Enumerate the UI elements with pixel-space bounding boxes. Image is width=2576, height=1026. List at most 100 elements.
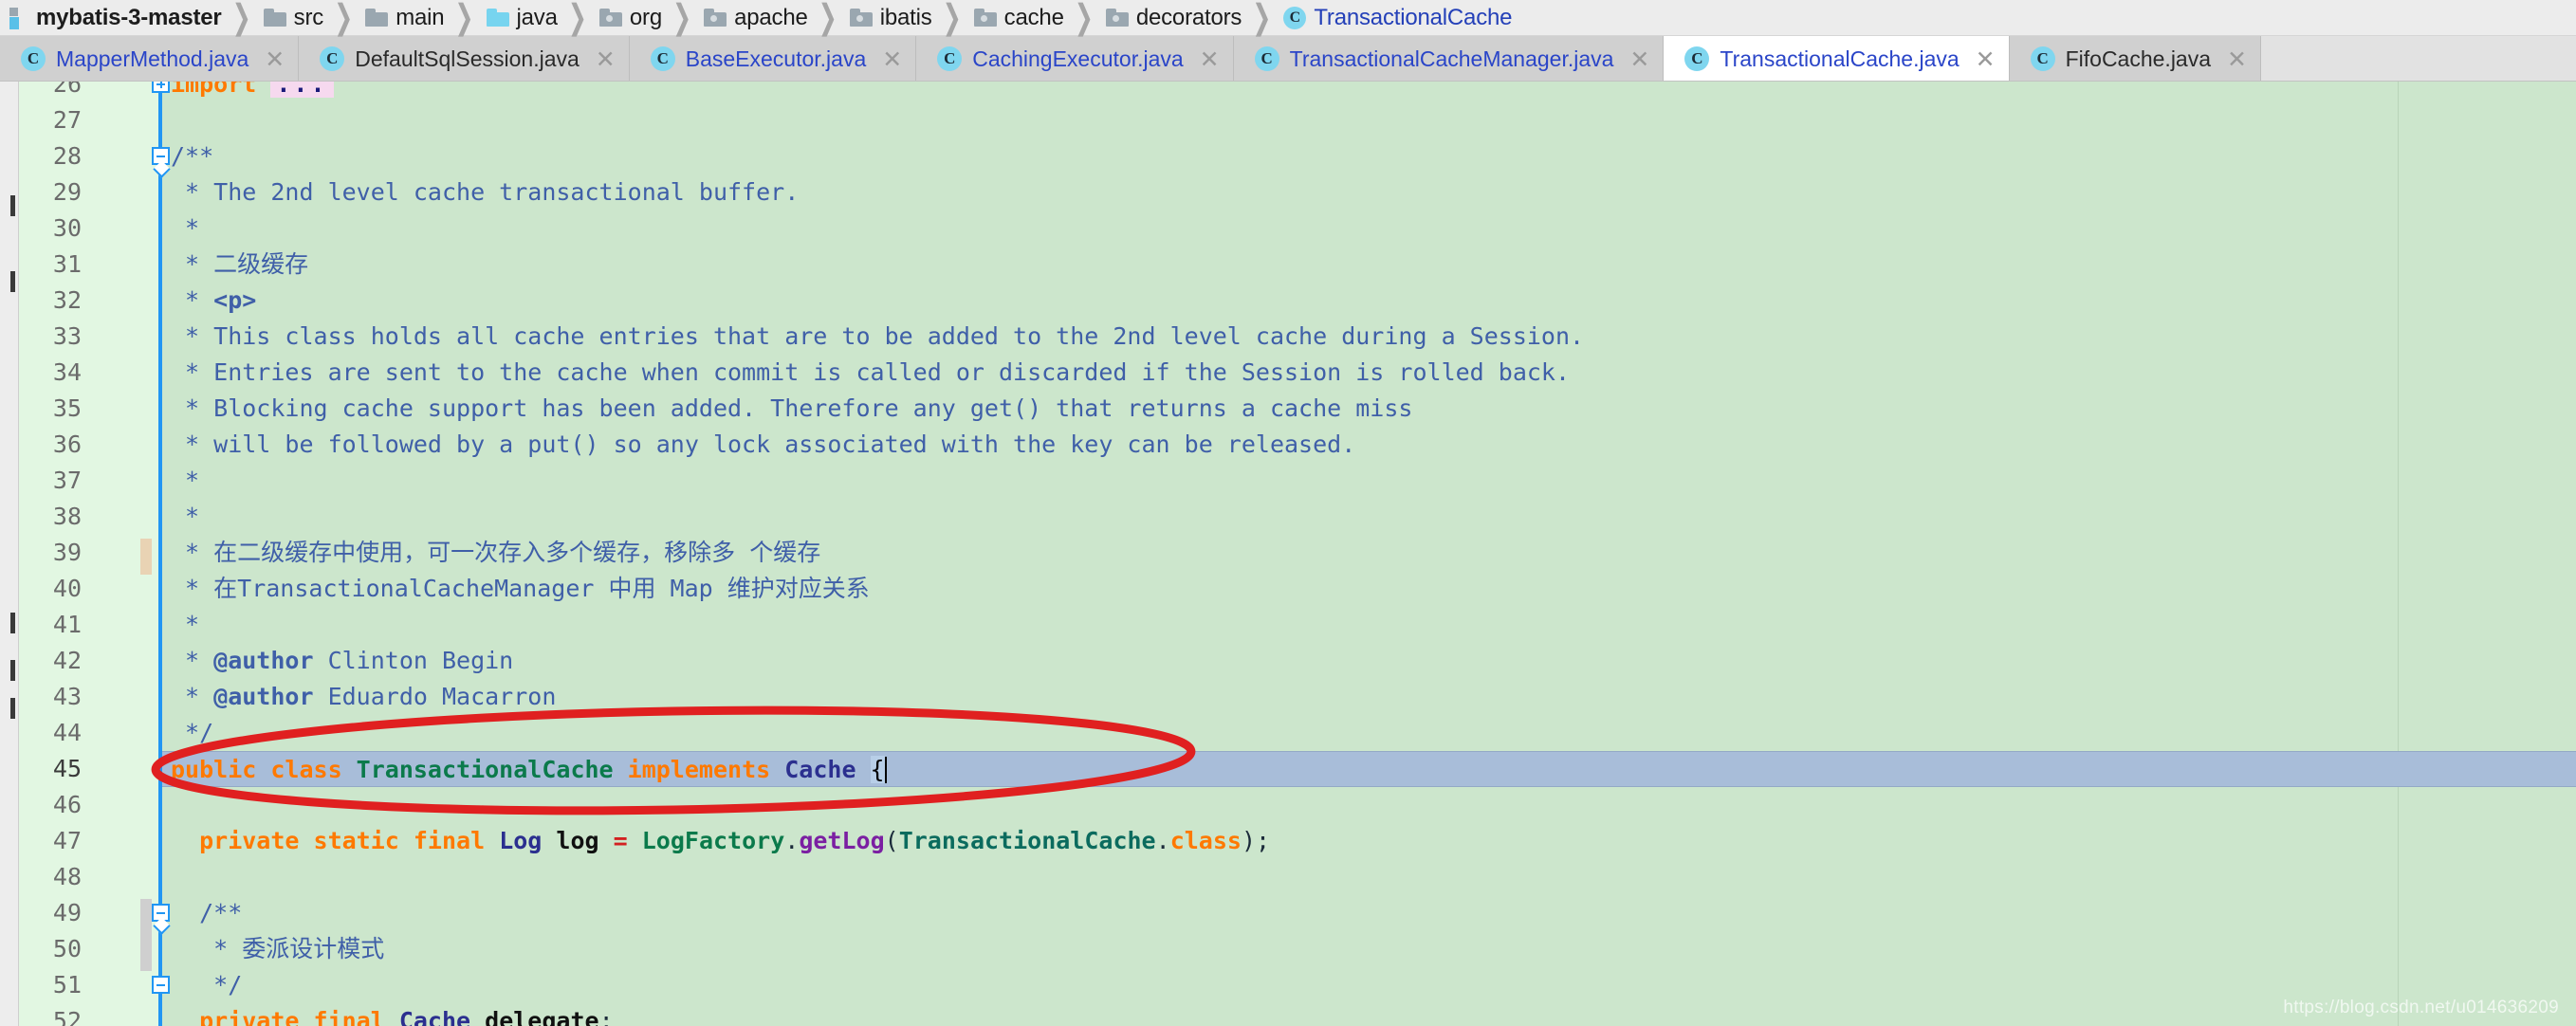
breadcrumb-item-src[interactable]: src <box>260 0 325 36</box>
close-icon[interactable]: ✕ <box>2227 47 2247 71</box>
code-line[interactable]: * 二级缓存 <box>159 247 2576 283</box>
gutter-change-marker[interactable] <box>140 899 152 971</box>
editor-tab-mappermethod[interactable]: C MapperMethod.java ✕ <box>0 36 300 81</box>
code-token: * <box>171 467 200 494</box>
code-line[interactable]: * This class holds all cache entries tha… <box>159 319 2576 355</box>
code-line[interactable]: * <box>159 499 2576 535</box>
class-icon: C <box>2030 46 2055 71</box>
breadcrumb-item-transactionalcache[interactable]: C TransactionalCache <box>1279 0 1514 36</box>
code-token: * Blocking cache support has been added.… <box>171 394 1413 422</box>
close-icon[interactable]: ✕ <box>1629 47 1649 71</box>
close-icon[interactable]: ✕ <box>1200 47 1220 71</box>
collapse-fold-icon[interactable] <box>152 147 170 165</box>
line-number: 33 <box>52 322 82 350</box>
breadcrumb-item-label: decorators <box>1135 4 1242 30</box>
gutter-change-marker[interactable] <box>140 539 152 575</box>
code-line[interactable] <box>159 787 2576 823</box>
line-number: 51 <box>52 971 82 999</box>
code-line[interactable]: */ <box>159 967 2576 1003</box>
code-line[interactable]: /** <box>159 895 2576 931</box>
tab-bar-empty-space <box>2260 36 2576 81</box>
breadcrumb-separator: ❯ <box>942 0 962 37</box>
code-line[interactable]: * @author Clinton Begin <box>159 643 2576 679</box>
code-line[interactable]: private final Cache delegate; <box>159 1003 2576 1026</box>
code-line[interactable]: /** <box>159 138 2576 174</box>
breadcrumb-item-label: TransactionalCache <box>1314 4 1513 30</box>
code-line[interactable]: * <box>159 607 2576 643</box>
breadcrumb-separator: ❯ <box>231 0 251 37</box>
code-token: * <box>171 647 214 674</box>
close-icon[interactable]: ✕ <box>596 47 616 71</box>
collapse-fold-icon[interactable] <box>152 976 170 994</box>
code-token: Eduardo Macarron <box>313 683 557 710</box>
editor-tab-bar[interactable]: C MapperMethod.java ✕ C DefaultSqlSession.ja… <box>0 36 2576 82</box>
code-token: */ <box>171 971 243 999</box>
package-icon <box>704 9 727 27</box>
breadcrumb-item-cache[interactable]: cache <box>970 0 1066 36</box>
code-line[interactable]: * <box>159 211 2576 247</box>
code-line[interactable]: import ... <box>159 82 2576 102</box>
collapse-fold-icon[interactable] <box>152 904 170 922</box>
breadcrumb-item-apache[interactable]: apache <box>700 0 810 36</box>
code-line[interactable]: * <p> <box>159 283 2576 319</box>
code-line[interactable] <box>159 859 2576 895</box>
code-token: TransactionalCache <box>356 756 628 783</box>
code-token: ( <box>884 827 899 854</box>
code-line[interactable]: * 在二级缓存中使用，可一次存入多个缓存，移除多 个缓存 <box>159 535 2576 571</box>
breadcrumb-item-label: src <box>293 4 324 30</box>
package-icon <box>849 9 873 27</box>
line-number: 50 <box>52 935 82 962</box>
code-token: * 在二级缓存中使用，可一次存入多个缓存，移除多 个缓存 <box>171 539 821 566</box>
breadcrumb-item-mybatis-3-master[interactable]: mybatis-3-master <box>6 0 224 36</box>
code-token: delegate <box>485 1007 599 1026</box>
expand-fold-icon[interactable] <box>152 82 170 93</box>
module-icon <box>9 7 28 29</box>
code-line[interactable]: */ <box>159 715 2576 751</box>
code-token: * <box>171 503 200 530</box>
code-line[interactable]: * Blocking cache support has been added.… <box>159 391 2576 427</box>
line-number: 41 <box>52 611 82 638</box>
editor-tab-fifocache[interactable]: C FifoCache.java ✕ <box>2009 36 2261 81</box>
code-line[interactable] <box>159 102 2576 138</box>
code-token: ); <box>1241 827 1271 854</box>
code-token: import <box>171 82 271 98</box>
code-line[interactable]: private static final Log log = LogFactor… <box>159 823 2576 859</box>
code-line[interactable]: * <box>159 463 2576 499</box>
code-line[interactable]: * The 2nd level cache transactional buff… <box>159 174 2576 211</box>
code-token: <p> <box>213 286 257 314</box>
close-icon[interactable]: ✕ <box>265 47 285 71</box>
breadcrumb-item-label: org <box>629 4 662 30</box>
code-line[interactable]: * @author Eduardo Macarron <box>159 679 2576 715</box>
breadcrumb[interactable]: mybatis-3-master ❯ src ❯ main ❯ java ❯ org ❯ apach… <box>0 0 2576 37</box>
code-line[interactable]: * 委派设计模式 <box>159 931 2576 967</box>
breadcrumb-item-java[interactable]: java <box>483 0 560 36</box>
code-token: @author <box>213 647 314 674</box>
breadcrumb-item-label: main <box>396 4 445 30</box>
code-token: * <box>171 683 214 710</box>
breadcrumb-item-ibatis[interactable]: ibatis <box>846 0 934 36</box>
editor-tab-baseexecutor[interactable]: C BaseExecutor.java ✕ <box>629 36 917 81</box>
package-icon <box>1105 9 1129 27</box>
breadcrumb-separator: ❯ <box>1074 0 1094 37</box>
close-icon[interactable]: ✕ <box>1976 47 1996 71</box>
editor-tab-transactionalcache[interactable]: C TransactionalCache.java ✕ <box>1664 36 2010 81</box>
code-line[interactable]: * will be followed by a put() so any loc… <box>159 427 2576 463</box>
editor-tab-transactionalcachemanager[interactable]: C TransactionalCacheManager.java ✕ <box>1233 36 1665 81</box>
code-editor[interactable]: 26 27 28 29 30 31 32 33 34 35 36 37 38 39 40 41 42 43 44 45… <box>0 82 2576 1026</box>
line-number: 26 <box>52 82 82 98</box>
editor-tab-cachingexecutor[interactable]: C CachingExecutor.java ✕ <box>916 36 1234 81</box>
code-line[interactable]: * Entries are sent to the cache when com… <box>159 355 2576 391</box>
editor-tab-defaultsqlsession[interactable]: C DefaultSqlSession.java ✕ <box>299 36 630 81</box>
line-number: 29 <box>52 178 82 206</box>
editor-tab-label: TransactionalCacheManager.java <box>1289 46 1614 71</box>
code-text-area[interactable]: import ... /** * The 2nd level cache tran… <box>159 82 2576 1026</box>
breadcrumb-item-org[interactable]: org <box>596 0 664 36</box>
editor-gutter[interactable]: 26 27 28 29 30 31 32 33 34 35 36 37 38 39 40 41 42 43 44 45… <box>19 82 170 1026</box>
class-icon: C <box>1283 6 1307 29</box>
breadcrumb-item-main[interactable]: main <box>361 0 446 36</box>
breadcrumb-item-decorators[interactable]: decorators <box>1102 0 1243 36</box>
code-token: getLog <box>799 827 885 854</box>
close-icon[interactable]: ✕ <box>882 47 902 71</box>
code-line[interactable]: * 在TransactionalCacheManager 中用 Map 维护对应… <box>159 571 2576 607</box>
code-line[interactable]: public class TransactionalCache implemen… <box>159 751 2576 787</box>
